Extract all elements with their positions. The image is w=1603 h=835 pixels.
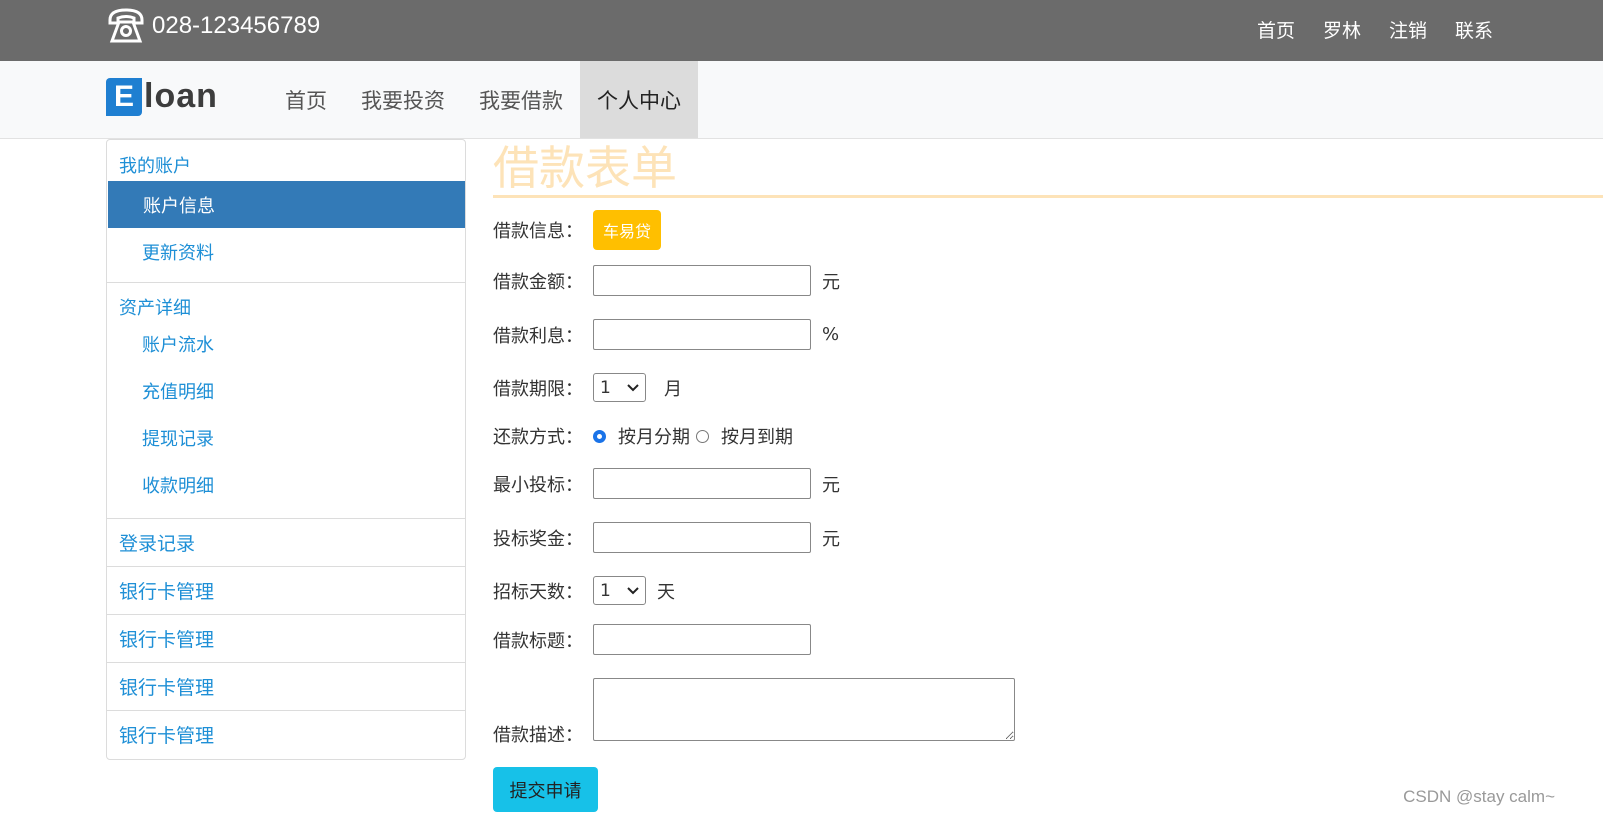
row-description: 借款描述： xyxy=(493,678,1015,746)
sidebar-title-my-account: 我的账户 xyxy=(119,156,191,177)
sidebar-group-assets: 资产详细 账户流水 充值明细 提现记录 收款明细 xyxy=(107,283,465,519)
sidebar: 我的账户 账户信息 更新资料 资产详细 账户流水 充值明细 提现记录 收款明细 … xyxy=(106,139,466,760)
sidebar-item-recharge-details[interactable]: 充值明细 xyxy=(107,367,465,414)
row-loan-info: 借款信息： 车易贷 xyxy=(493,210,662,250)
loan-form: 借款表单 借款信息： 车易贷 借款金额： 元 借款利息： % 借款期限： 1 月… xyxy=(493,139,1603,812)
radio-monthly-installment[interactable] xyxy=(593,429,606,443)
bonus-input[interactable] xyxy=(593,522,811,553)
row-term: 借款期限： 1 月 xyxy=(493,373,682,402)
form-title: 借款表单 xyxy=(493,139,1603,198)
interest-input[interactable] xyxy=(593,319,811,350)
submit-button[interactable]: 提交申请 xyxy=(493,767,598,812)
term-select[interactable]: 1 xyxy=(593,373,646,402)
sidebar-link-bank-card-4[interactable]: 银行卡管理 xyxy=(107,711,465,758)
radio-due-at-maturity[interactable] xyxy=(696,429,709,443)
term-unit: 月 xyxy=(664,378,682,400)
nav-item-personal-center[interactable]: 个人中心 xyxy=(580,61,698,138)
row-loan-title: 借款标题： xyxy=(493,624,811,655)
term-label: 借款期限： xyxy=(493,378,583,400)
amount-input[interactable] xyxy=(593,265,811,296)
loan-type-badge: 车易贷 xyxy=(593,210,662,250)
description-textarea[interactable] xyxy=(593,678,1015,741)
row-bid-days: 招标天数： 1 天 xyxy=(493,576,675,605)
bid-days-label: 招标天数： xyxy=(493,581,583,603)
sidebar-link-bank-card-1[interactable]: 银行卡管理 xyxy=(107,567,465,615)
sidebar-title-asset-details: 资产详细 xyxy=(119,298,191,319)
row-repayment: 还款方式： 按月分期 按月到期 xyxy=(493,423,793,449)
chevron-down-icon xyxy=(627,586,639,594)
loan-title-label: 借款标题： xyxy=(493,630,583,652)
row-interest: 借款利息： % xyxy=(493,319,839,350)
sidebar-link-login-records[interactable]: 登录记录 xyxy=(107,519,465,567)
sidebar-link-bank-card-3[interactable]: 银行卡管理 xyxy=(107,663,465,711)
sidebar-link-bank-card-2[interactable]: 银行卡管理 xyxy=(107,615,465,663)
chevron-down-icon xyxy=(627,383,639,391)
description-label: 借款描述： xyxy=(493,725,583,746)
nav-menu: 首页 我要投资 我要借款 个人中心 xyxy=(268,61,698,138)
nav-item-invest[interactable]: 我要投资 xyxy=(344,61,462,138)
top-link-logout[interactable]: 注销 xyxy=(1389,16,1427,43)
min-bid-input[interactable] xyxy=(593,468,811,499)
min-bid-unit: 元 xyxy=(822,474,840,496)
bonus-label: 投标奖金： xyxy=(493,528,583,550)
amount-unit: 元 xyxy=(822,271,840,293)
bonus-unit: 元 xyxy=(822,528,840,550)
sidebar-item-account-info[interactable]: 账户信息 xyxy=(108,181,465,228)
min-bid-label: 最小投标： xyxy=(493,474,583,496)
row-min-bid: 最小投标： 元 xyxy=(493,468,840,499)
logo[interactable]: E loan xyxy=(106,77,218,116)
nav-item-borrow[interactable]: 我要借款 xyxy=(462,61,580,138)
amount-label: 借款金额： xyxy=(493,271,583,293)
loan-info-label: 借款信息： xyxy=(493,221,583,242)
phone-number: 028-123456789 xyxy=(152,12,321,39)
radio-label-monthly-installment: 按月分期 xyxy=(618,427,690,448)
nav-item-home[interactable]: 首页 xyxy=(268,61,344,138)
top-link-contact[interactable]: 联系 xyxy=(1455,16,1493,43)
telephone-icon xyxy=(108,8,144,43)
sidebar-item-receipt-details[interactable]: 收款明细 xyxy=(107,461,465,508)
top-link-home[interactable]: 首页 xyxy=(1257,16,1295,43)
main-navbar: E loan 首页 我要投资 我要借款 个人中心 xyxy=(0,61,1603,139)
top-link-user[interactable]: 罗林 xyxy=(1323,16,1361,43)
row-amount: 借款金额： 元 xyxy=(493,265,840,296)
interest-unit: % xyxy=(822,324,840,345)
sidebar-item-withdraw-records[interactable]: 提现记录 xyxy=(107,414,465,461)
bid-days-select-value: 1 xyxy=(600,580,611,601)
interest-label: 借款利息： xyxy=(493,325,583,347)
top-bar: 028-123456789 首页 罗林 注销 联系 xyxy=(0,0,1603,61)
sidebar-group-account: 我的账户 账户信息 更新资料 xyxy=(107,140,465,283)
row-bonus: 投标奖金： 元 xyxy=(493,522,840,553)
top-links: 首页 罗林 注销 联系 xyxy=(1229,16,1493,43)
logo-mark: E xyxy=(106,77,142,116)
bid-days-select[interactable]: 1 xyxy=(593,576,646,605)
logo-text: loan xyxy=(144,77,218,115)
term-select-value: 1 xyxy=(600,377,611,398)
loan-title-input[interactable] xyxy=(593,624,811,655)
bid-days-unit: 天 xyxy=(657,581,675,603)
repayment-label: 还款方式： xyxy=(493,427,583,448)
watermark: CSDN @stay calm~ xyxy=(1403,787,1555,806)
phone-contact: 028-123456789 xyxy=(106,6,320,46)
sidebar-item-update-profile[interactable]: 更新资料 xyxy=(107,228,465,275)
radio-label-due-at-maturity: 按月到期 xyxy=(721,427,793,448)
sidebar-item-account-flow[interactable]: 账户流水 xyxy=(107,320,465,367)
